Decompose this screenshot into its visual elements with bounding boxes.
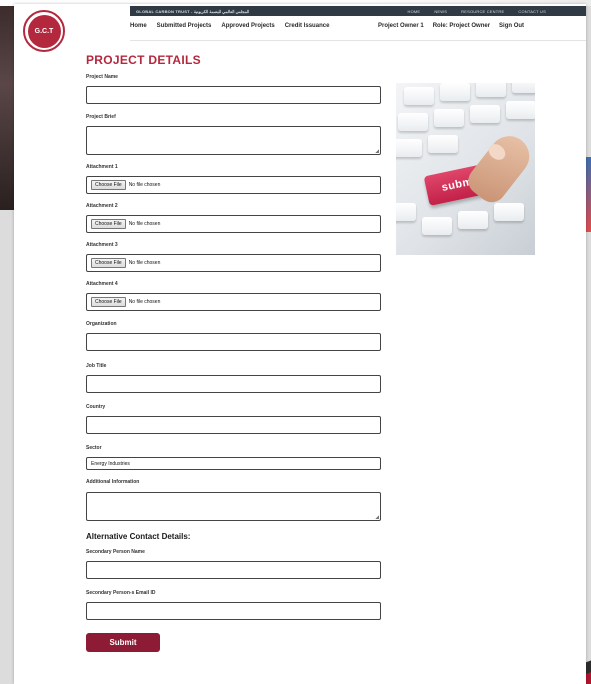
attachment-1-status: No file chosen <box>128 182 161 188</box>
project-name-label: Project Name <box>86 74 118 80</box>
header-divider <box>130 40 586 41</box>
alt-contact-heading: Alternative Contact Details: <box>86 532 191 541</box>
submit-button[interactable]: Submit <box>86 633 160 652</box>
keyboard-key <box>506 101 535 119</box>
submit-keyboard-illustration: submit <box>396 83 535 255</box>
resize-handle-icon[interactable] <box>375 515 379 519</box>
nav-approved-projects[interactable]: Approved Projects <box>221 23 274 29</box>
job-title-label: Job Title <box>86 363 107 369</box>
sign-out-link[interactable]: Sign Out <box>499 23 524 29</box>
keyboard-key <box>428 135 458 153</box>
secondary-name-input[interactable] <box>86 561 381 579</box>
keyboard-key <box>470 105 500 123</box>
utility-link-resource-centre[interactable]: RESOURCE CENTRE <box>461 9 504 14</box>
top-utility-bar: GLOBAL CARBON TRUST - المجلس العالمي للب… <box>130 6 586 16</box>
keyboard-key <box>422 217 452 235</box>
attachment-2-status: No file chosen <box>128 221 161 227</box>
utility-link-home[interactable]: HOME <box>408 9 421 14</box>
gct-logo[interactable]: G.C.T <box>23 10 65 52</box>
attachment-4-input[interactable]: Choose File No file chosen <box>86 293 381 311</box>
job-title-input[interactable] <box>86 375 381 393</box>
country-label: Country <box>86 404 106 410</box>
organization-label: Organization <box>86 321 117 327</box>
page-title: PROJECT DETAILS <box>86 53 201 67</box>
sector-label: Sector <box>86 445 102 451</box>
logo-seal: G.C.T <box>27 14 61 48</box>
attachment-1-label: Attachment 1 <box>86 164 118 170</box>
user-role: Role: Project Owner <box>432 23 491 29</box>
secondary-email-input[interactable] <box>86 602 381 620</box>
attachment-3-label: Attachment 3 <box>86 242 118 248</box>
attachment-2-choose-button[interactable]: Choose File <box>91 219 126 229</box>
attachment-1-input[interactable]: Choose File No file chosen <box>86 176 381 194</box>
main-nav: Home Submitted Projects Approved Project… <box>130 23 329 29</box>
country-input[interactable] <box>86 416 381 434</box>
project-name-input[interactable] <box>86 86 381 104</box>
project-brief-label: Project Brief <box>86 114 116 120</box>
nav-home[interactable]: Home <box>130 23 147 29</box>
attachment-3-choose-button[interactable]: Choose File <box>91 258 126 268</box>
keyboard-key <box>434 109 464 127</box>
keyboard-key <box>494 203 524 221</box>
keyboard-key <box>512 83 535 93</box>
organization-input[interactable] <box>86 333 381 351</box>
attachment-4-choose-button[interactable]: Choose File <box>91 297 126 307</box>
secondary-name-label: Secondary Person Name <box>86 549 145 555</box>
additional-info-label: Additional Information <box>86 479 140 485</box>
utility-link-contact-us[interactable]: CONTACT US <box>518 9 546 14</box>
attachment-2-input[interactable]: Choose File No file chosen <box>86 215 381 233</box>
attachment-3-status: No file chosen <box>128 260 161 266</box>
keyboard-key <box>398 113 428 131</box>
keyboard-key <box>404 87 434 105</box>
keyboard-key <box>396 203 416 221</box>
keyboard-key <box>476 83 506 97</box>
user-name[interactable]: Project Owner 1 <box>378 23 424 29</box>
attachment-4-label: Attachment 4 <box>86 281 118 287</box>
project-brief-textarea[interactable] <box>86 126 381 155</box>
attachment-1-choose-button[interactable]: Choose File <box>91 180 126 190</box>
keyboard-key <box>458 211 488 229</box>
brand-name: GLOBAL CARBON TRUST - المجلس العالمي للب… <box>136 8 250 14</box>
secondary-email-label: Secondary Person-s Email ID <box>86 590 156 596</box>
attachment-2-label: Attachment 2 <box>86 203 118 209</box>
utility-links: HOME NEWS RESOURCE CENTRE CONTACT US <box>408 9 547 14</box>
nav-submitted-projects[interactable]: Submitted Projects <box>157 23 212 29</box>
sector-select[interactable]: Energy Industries <box>86 457 381 470</box>
attachment-3-input[interactable]: Choose File No file chosen <box>86 254 381 272</box>
background-photo <box>0 0 14 210</box>
additional-info-textarea[interactable] <box>86 492 381 521</box>
attachment-4-status: No file chosen <box>128 299 161 305</box>
keyboard-key <box>440 83 470 101</box>
keyboard-key <box>396 139 422 157</box>
utility-link-news[interactable]: NEWS <box>434 9 447 14</box>
modal-page: GLOBAL CARBON TRUST - المجلس العالمي للب… <box>14 4 586 684</box>
nav-credit-issuance[interactable]: Credit Issuance <box>285 23 330 29</box>
resize-handle-icon[interactable] <box>375 149 379 153</box>
user-nav: Project Owner 1 Role: Project Owner Sign… <box>378 23 524 29</box>
logo-text: G.C.T <box>34 27 54 35</box>
